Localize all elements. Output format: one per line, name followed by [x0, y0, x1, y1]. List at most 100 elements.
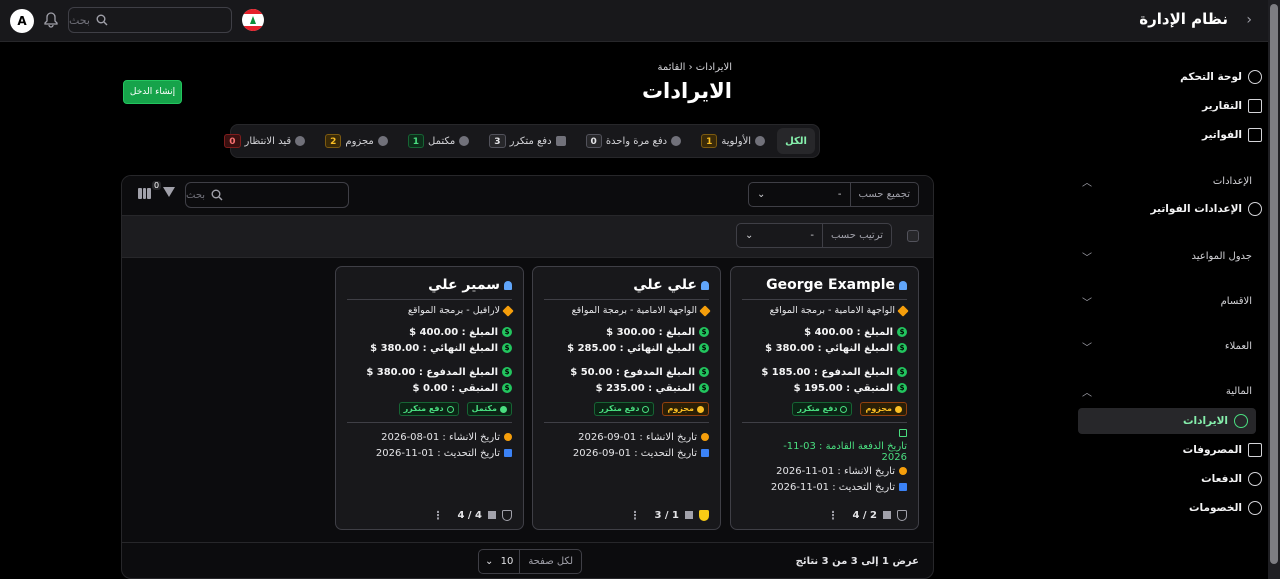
- group-by-select[interactable]: تجميع حسب - ⌄: [748, 182, 919, 207]
- breadcrumb: الايرادات ‹ القائمة: [658, 62, 732, 73]
- sidebar-group-departments[interactable]: الاقسام ﹀: [1082, 294, 1252, 309]
- page-scrollbar[interactable]: [1268, 0, 1280, 579]
- sidebar-item-invoice-settings[interactable]: الإعدادات الفواتير: [1088, 196, 1264, 222]
- breadcrumb-item: القائمة: [657, 62, 686, 73]
- group-by-value: -: [837, 189, 842, 200]
- bell-icon[interactable]: [44, 12, 58, 28]
- revenue-card[interactable]: George Example الواجهة الامامية - برمجة …: [730, 266, 919, 530]
- payment-type-label: دفع متكرر: [797, 404, 838, 413]
- sort-bar: ترتيب حسب - ⌄: [122, 216, 933, 258]
- select-all-checkbox[interactable]: [907, 230, 919, 242]
- dollar-icon: $: [502, 367, 512, 377]
- filter-icon[interactable]: [163, 187, 175, 199]
- columns-icon[interactable]: [138, 188, 152, 199]
- sidebar-item-label: الخصومات: [1188, 502, 1242, 514]
- table-search-input[interactable]: بحث: [185, 182, 349, 208]
- card-progress: 4 / 4: [457, 509, 482, 521]
- more-options-icon[interactable]: ⋮: [827, 509, 838, 522]
- user-icon: [504, 280, 512, 290]
- card-paid-amount: المبلغ المدفوع : 185.00 $: [761, 366, 893, 378]
- dollar-icon: $: [502, 343, 512, 353]
- trend-up-icon: [1234, 414, 1248, 428]
- sidebar-group-label: العملاء: [1224, 341, 1252, 352]
- sidebar-group-settings[interactable]: الإعدادات ︿: [1082, 174, 1252, 189]
- tab-label: الأولوية: [721, 135, 752, 147]
- tab-pending[interactable]: قيد الانتظار 0: [216, 128, 313, 154]
- sort-by-select[interactable]: ترتيب حسب - ⌄: [736, 223, 892, 248]
- sidebar-group-finance[interactable]: المالية ︿: [1082, 384, 1252, 399]
- avatar[interactable]: A: [10, 9, 34, 33]
- more-options-icon[interactable]: ⋮: [432, 509, 443, 522]
- card-amount: المبلغ : 300.00 $: [606, 326, 695, 338]
- tab-committed[interactable]: مجزوم 2: [317, 128, 396, 154]
- tab-label: دفع متكرر: [509, 135, 552, 147]
- sidebar-item-label: الدفعات: [1201, 473, 1242, 485]
- sidebar-group-clients[interactable]: العملاء ﹀: [1082, 339, 1252, 354]
- revenues-panel: تجميع حسب - ⌄ بحث 0 ترتيب حسب - ⌄ George E…: [121, 175, 934, 579]
- sidebar-group-label: جدول المواعيد: [1191, 251, 1253, 262]
- pagination-bar: عرض 1 إلى 3 من 3 نتائج لكل صفحة 10 ⌄: [122, 542, 933, 578]
- revenue-card[interactable]: سمير علي لارافيل - برمجة المواقع $ المبلغ…: [335, 266, 524, 530]
- status-badge-label: مجزوم: [667, 404, 694, 413]
- chevron-left-icon: ‹: [685, 62, 693, 73]
- tab-all[interactable]: الكل: [777, 128, 815, 154]
- dollar-icon: $: [897, 383, 907, 393]
- tab-priority[interactable]: الأولوية 1: [693, 128, 773, 154]
- dollar-icon: $: [897, 367, 907, 377]
- dollar-circle-icon: [1248, 70, 1262, 84]
- pause-circle-icon: [295, 136, 306, 146]
- tab-count-badge: 3: [489, 134, 506, 148]
- panel-toolbar: تجميع حسب - ⌄ بحث 0: [122, 176, 933, 216]
- tab-one-time[interactable]: دفع مرة واحدة 0: [578, 128, 690, 154]
- breadcrumb-item[interactable]: الايرادات: [696, 62, 732, 73]
- priority-shield-icon[interactable]: [699, 509, 709, 521]
- sidebar-item-payments[interactable]: الدفعات: [1088, 466, 1264, 492]
- tab-recurring[interactable]: دفع متكرر 3: [481, 128, 573, 154]
- sidebar-item-label: المصروفات: [1182, 444, 1242, 456]
- language-flag-icon[interactable]: [242, 9, 264, 31]
- chevron-right-icon[interactable]: ›: [1246, 12, 1252, 28]
- per-page-select[interactable]: لكل صفحة 10 ⌄: [478, 549, 582, 574]
- shield-icon[interactable]: [502, 509, 512, 521]
- tab-completed[interactable]: مكتمل 1: [400, 128, 478, 154]
- plus-circle-icon: [701, 433, 709, 441]
- sidebar-item-discounts[interactable]: الخصومات: [1088, 495, 1264, 521]
- status-badge-label: مكتمل: [471, 404, 497, 413]
- card-remaining-amount: المتبقي : 0.00 $: [412, 382, 498, 394]
- clock-icon: [697, 405, 704, 413]
- status-badge: مجزوم: [662, 402, 709, 416]
- dollar-icon: $: [502, 327, 512, 337]
- card-final-amount: المبلغ النهائي : 380.00 $: [765, 342, 893, 354]
- card-progress: 1 / 3: [654, 509, 679, 521]
- create-income-button[interactable]: إنشاء الدخل: [123, 80, 182, 104]
- gear-icon: [1248, 202, 1262, 216]
- tab-label: الكل: [785, 135, 807, 147]
- payment-type-badge: دفع متكرر: [398, 402, 459, 416]
- table-search-placeholder: بحث: [186, 189, 206, 201]
- sidebar-item-revenues[interactable]: الايرادات: [1078, 408, 1256, 434]
- dollar-icon: $: [699, 383, 709, 393]
- sidebar-item-dashboard[interactable]: لوحة التحكم: [1088, 64, 1264, 90]
- sidebar-item-invoices[interactable]: الفواتير: [1088, 122, 1264, 148]
- revenue-card[interactable]: علي علي الواجهة الامامية - برمجة المواقع…: [532, 266, 721, 530]
- shield-icon: [755, 136, 766, 146]
- tab-count-badge: 0: [224, 134, 241, 148]
- payment-type-badge: دفع متكرر: [792, 402, 853, 416]
- search-icon: [211, 189, 223, 201]
- tab-label: قيد الانتظار: [244, 135, 292, 147]
- card-category: الواجهة الامامية - برمجة المواقع: [769, 305, 895, 316]
- sidebar-item-reports[interactable]: التقارير: [1088, 93, 1264, 119]
- global-search-input[interactable]: بحث: [68, 7, 232, 33]
- sidebar-item-expenses[interactable]: المصروفات: [1088, 437, 1264, 463]
- card-name: علي علي: [633, 277, 697, 293]
- sidebar-group-label: الاقسام: [1220, 296, 1252, 307]
- sidebar-group-schedule[interactable]: جدول المواعيد ﹀: [1082, 249, 1252, 264]
- sidebar-group-label: الإعدادات: [1212, 176, 1252, 187]
- dollar-icon: $: [502, 383, 512, 393]
- flag-icon: [685, 511, 693, 519]
- tab-count-badge: 1: [701, 134, 718, 148]
- tab-label: مكتمل: [428, 135, 456, 147]
- tag-icon: [502, 304, 514, 317]
- more-options-icon[interactable]: ⋮: [629, 509, 640, 522]
- shield-icon[interactable]: [897, 509, 907, 521]
